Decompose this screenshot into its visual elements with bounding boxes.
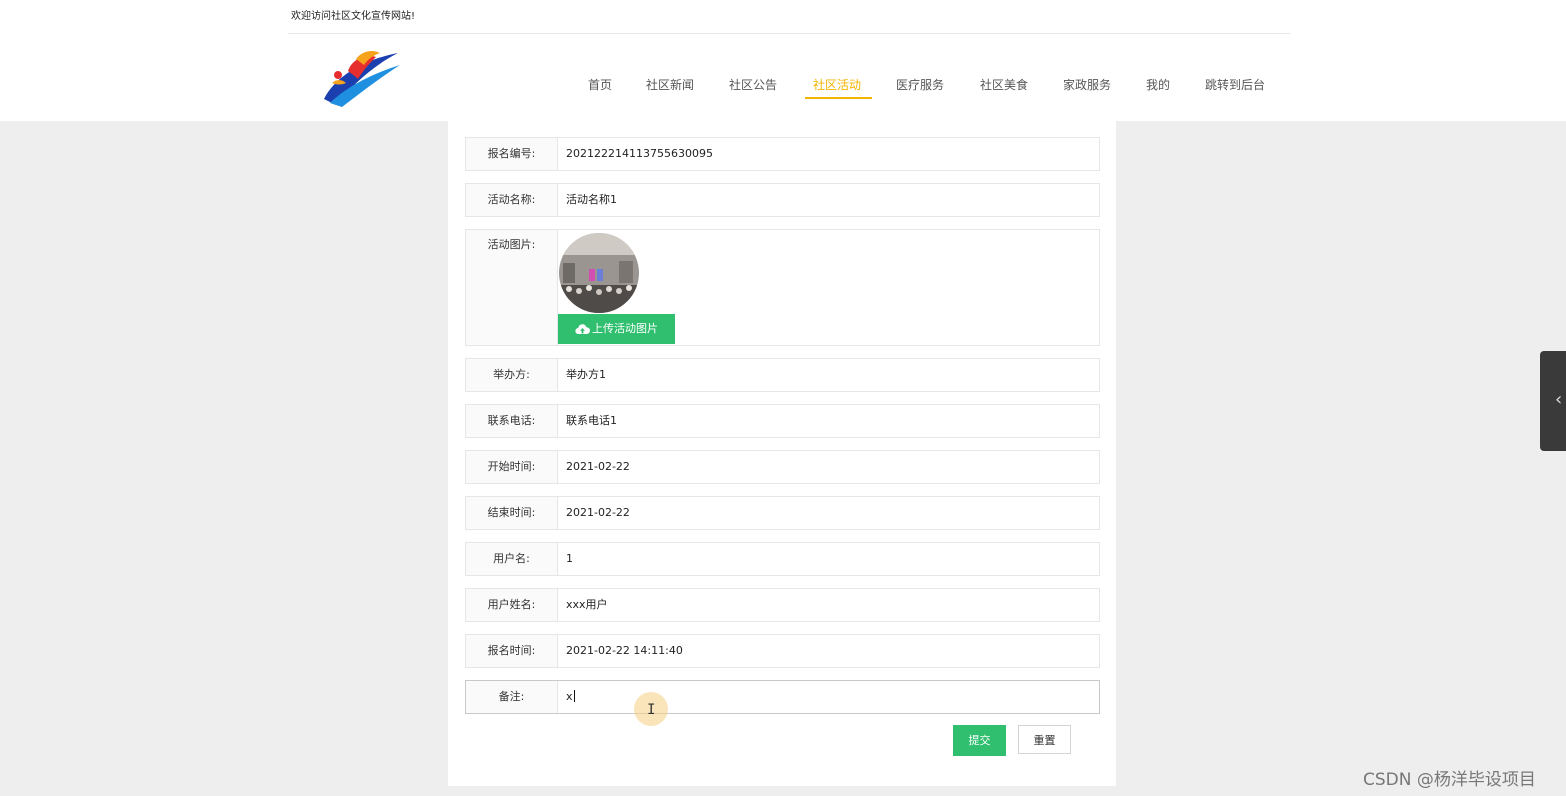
field-user-full-name: 用户姓名: xxx用户	[465, 588, 1100, 622]
field-label: 用户姓名:	[466, 589, 558, 621]
nav-item-community-food[interactable]: 社区美食	[980, 76, 1028, 93]
side-panel-toggle[interactable]: ‹	[1540, 351, 1566, 451]
main-nav: 首页 社区新闻 社区公告 社区活动 医疗服务 社区美食 家政服务 我的 跳转到后…	[0, 76, 1566, 104]
contact-phone-input[interactable]: 联系电话1	[566, 405, 617, 437]
nav-item-admin[interactable]: 跳转到后台	[1205, 76, 1265, 93]
nav-item-community-activities[interactable]: 社区活动	[813, 76, 861, 93]
field-label: 活动图片:	[466, 230, 558, 345]
field-activity-name: 活动名称: 活动名称1	[465, 183, 1100, 217]
field-registration-number: 报名编号: 202122214113755630095	[465, 137, 1100, 171]
username-input[interactable]: 1	[566, 543, 573, 575]
text-cursor-icon: I	[647, 702, 656, 718]
remarks-input[interactable]: x	[566, 681, 575, 713]
upload-button-label: 上传活动图片	[592, 322, 658, 335]
upload-activity-image-button[interactable]: 上传活动图片	[558, 314, 675, 344]
organizer-input[interactable]: 举办方1	[566, 359, 606, 391]
field-registration-time: 报名时间: 2021-02-22 14:11:40	[465, 634, 1100, 668]
nav-active-underline	[805, 97, 872, 99]
activity-image-thumbnail	[559, 233, 639, 313]
field-contact-phone: 联系电话: 联系电话1	[465, 404, 1100, 438]
field-label: 开始时间:	[466, 451, 558, 483]
field-label: 报名编号:	[466, 138, 558, 170]
field-activity-image: 活动图片: 上传活动图片	[465, 229, 1100, 346]
header-divider	[288, 33, 1290, 34]
nav-item-community-news[interactable]: 社区新闻	[646, 76, 694, 93]
cloud-upload-icon	[575, 324, 591, 335]
field-label: 活动名称:	[466, 184, 558, 216]
nav-item-home[interactable]: 首页	[588, 76, 612, 93]
activity-name-input[interactable]: 活动名称1	[566, 184, 617, 216]
field-end-time: 结束时间: 2021-02-22	[465, 496, 1100, 530]
end-time-input[interactable]: 2021-02-22	[566, 497, 630, 529]
field-organizer: 举办方: 举办方1	[465, 358, 1100, 392]
start-time-input[interactable]: 2021-02-22	[566, 451, 630, 483]
registration-number-input[interactable]: 202122214113755630095	[566, 138, 713, 170]
field-label: 备注:	[466, 681, 558, 713]
field-start-time: 开始时间: 2021-02-22	[465, 450, 1100, 484]
registration-time-input[interactable]: 2021-02-22 14:11:40	[566, 635, 683, 667]
field-username: 用户名: 1	[465, 542, 1100, 576]
nav-item-medical-services[interactable]: 医疗服务	[896, 76, 944, 93]
welcome-text: 欢迎访问社区文化宣传网站!	[291, 11, 416, 22]
nav-item-community-notices[interactable]: 社区公告	[729, 76, 777, 93]
nav-item-housekeeping[interactable]: 家政服务	[1063, 76, 1111, 93]
field-label: 举办方:	[466, 359, 558, 391]
remarks-value: x	[566, 690, 573, 703]
field-label: 用户名:	[466, 543, 558, 575]
field-label: 联系电话:	[466, 405, 558, 437]
user-full-name-input[interactable]: xxx用户	[566, 589, 608, 621]
nav-item-mine[interactable]: 我的	[1146, 76, 1170, 93]
field-remarks: 备注: x	[465, 680, 1100, 714]
chevron-left-icon: ‹	[1555, 389, 1563, 410]
field-label: 结束时间:	[466, 497, 558, 529]
submit-button[interactable]: 提交	[953, 725, 1006, 756]
watermark: CSDN @杨洋毕设项目	[1363, 770, 1536, 790]
site-header: 欢迎访问社区文化宣传网站! 首页 社区新闻 社区公告 社区活动 医疗服务 社区美…	[0, 0, 1566, 121]
text-caret	[573, 690, 575, 702]
field-label: 报名时间:	[466, 635, 558, 667]
reset-button[interactable]: 重置	[1018, 725, 1071, 754]
